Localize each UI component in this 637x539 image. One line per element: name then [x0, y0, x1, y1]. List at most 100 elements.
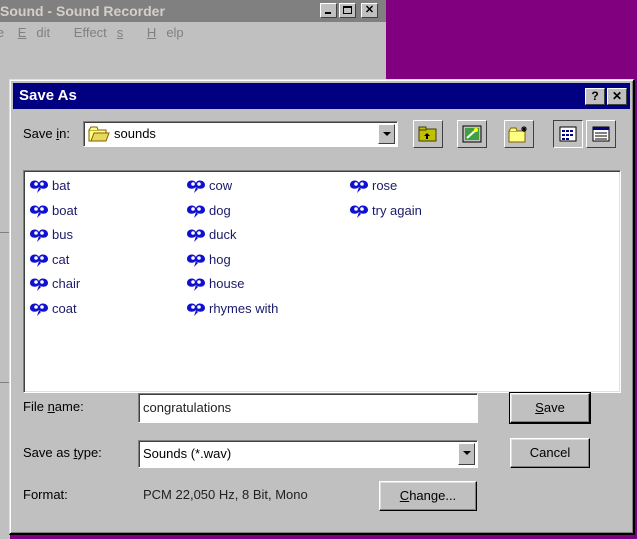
list-view-button[interactable]	[553, 120, 583, 148]
file-item[interactable]: rhymes with	[185, 297, 278, 321]
menu-edit-rest: dit	[36, 25, 51, 40]
file-item[interactable]: hog	[185, 248, 231, 272]
sound-recorder-window: Sound - Sound Recorder ✕ le Edit Effects…	[0, 0, 386, 82]
file-item[interactable]: rose	[348, 174, 397, 198]
sound-file-icon	[28, 301, 50, 317]
change-button[interactable]: Change...	[379, 481, 477, 511]
file-item-label: cat	[52, 251, 70, 267]
menu-effects[interactable]: Effect s	[74, 25, 134, 40]
sound-recorder-titlebar[interactable]: Sound - Sound Recorder ✕	[0, 0, 386, 22]
file-item-label: rhymes with	[209, 300, 279, 316]
file-list[interactable]: bat boat bus cat chair coat cow dog duck hog house…	[23, 170, 621, 393]
file-item[interactable]: chair	[28, 272, 80, 296]
file-item-label: duck	[209, 227, 237, 242]
cancel-button[interactable]: Cancel	[510, 438, 590, 468]
file-item-label: bat	[52, 178, 71, 193]
menu-file[interactable]: le	[0, 25, 4, 40]
sound-file-icon	[28, 276, 50, 292]
file-item-label: cow	[209, 178, 233, 193]
sound-file-icon	[28, 227, 50, 243]
file-name-label-accel: n	[47, 399, 55, 414]
save-as-type-dropdown[interactable]: Sounds (*.wav)	[138, 440, 478, 468]
save-as-type-label: Save as type:	[23, 445, 102, 460]
sound-recorder-title: Sound - Sound Recorder	[0, 3, 165, 19]
new-folder-icon	[508, 126, 527, 143]
save-in-label-post: n:	[59, 126, 70, 141]
file-item[interactable]: boat	[28, 199, 77, 223]
file-item-label: chair	[52, 276, 81, 291]
save-as-type-dropdown-arrow[interactable]	[458, 443, 475, 465]
sound-file-icon	[348, 203, 370, 219]
menu-help-rest: elp	[166, 25, 184, 40]
details-view-button[interactable]	[586, 120, 616, 148]
close-button[interactable]: ✕	[361, 3, 378, 18]
details-view-icon	[592, 126, 610, 142]
file-name-label-pre: File	[23, 399, 48, 414]
file-item[interactable]: dog	[185, 199, 231, 223]
file-item[interactable]: bat	[28, 174, 70, 198]
file-name-label-post: ame:	[54, 399, 84, 414]
create-new-folder-button[interactable]	[504, 120, 534, 148]
save-in-label-pre: Save	[23, 126, 57, 141]
menu-help-accel: H	[146, 25, 157, 40]
sound-recorder-menubar: le Edit Effects Help	[0, 22, 386, 44]
file-item-label: hog	[209, 251, 231, 267]
sound-file-icon	[185, 276, 207, 292]
file-item-label: rose	[372, 178, 398, 193]
sound-file-icon	[185, 301, 207, 317]
menu-effects-accel: s	[116, 25, 124, 40]
file-item[interactable]: bus	[28, 223, 73, 247]
menu-effects-pre: Effect	[73, 25, 107, 40]
save-as-type-value: Sounds (*.wav)	[143, 446, 232, 461]
sound-file-icon	[28, 252, 50, 268]
folder-icon	[88, 126, 110, 145]
sound-file-icon	[185, 227, 207, 243]
file-item-label: house	[209, 276, 245, 291]
minimize-button[interactable]	[320, 3, 337, 18]
save-button-accel: S	[535, 400, 544, 415]
up-one-level-button[interactable]	[413, 120, 443, 148]
sound-file-icon	[185, 203, 207, 219]
list-view-icon	[559, 126, 577, 142]
save-in-value: sounds	[114, 126, 156, 141]
help-icon: ?	[591, 89, 599, 103]
dialog-title: Save As	[19, 87, 77, 104]
dialog-close-button[interactable]: ✕	[607, 88, 627, 105]
file-item[interactable]: try again	[348, 199, 422, 223]
file-item[interactable]: house	[185, 272, 244, 296]
save-button[interactable]: Save	[509, 392, 591, 424]
sound-file-icon	[28, 178, 50, 194]
file-item-label: try again	[372, 202, 422, 218]
save-in-dropdown-arrow[interactable]	[378, 124, 395, 144]
menu-edit-accel: E	[17, 25, 27, 40]
file-name-label: File name:	[23, 399, 84, 414]
help-button[interactable]: ?	[585, 88, 605, 105]
save-as-type-label-pre: Save as	[23, 445, 74, 460]
file-item[interactable]: coat	[28, 297, 77, 321]
dialog-titlebar[interactable]: Save As ? ✕	[13, 83, 630, 109]
sound-file-icon	[348, 178, 370, 194]
sound-file-icon	[185, 252, 207, 268]
save-as-type-label-post: ype:	[77, 445, 102, 460]
change-button-accel: C	[399, 488, 410, 503]
save-button-rest: ave	[543, 400, 565, 415]
up-folder-icon	[418, 126, 437, 142]
sound-file-icon	[28, 203, 50, 219]
file-item-label: bus	[52, 227, 73, 242]
file-item[interactable]: cat	[28, 248, 69, 272]
file-item-label: dog	[209, 202, 231, 218]
file-item-label: boat	[52, 202, 78, 218]
maximize-icon	[343, 6, 352, 14]
menu-edit[interactable]: Edit	[18, 25, 60, 40]
desktop-button[interactable]	[457, 120, 487, 148]
file-item[interactable]: cow	[185, 174, 232, 198]
save-in-dropdown[interactable]: sounds	[83, 121, 398, 147]
file-name-input[interactable]: congratulations	[138, 393, 478, 423]
save-as-dialog: Save As ? ✕ Save in: sounds bat boat bus…	[9, 79, 635, 535]
menu-help[interactable]: Help	[147, 25, 194, 40]
file-item[interactable]: duck	[185, 223, 236, 247]
close-icon: ✕	[611, 89, 623, 103]
maximize-button[interactable]	[339, 3, 356, 18]
desktop-icon	[462, 125, 482, 143]
format-value: PCM 22,050 Hz, 8 Bit, Mono	[143, 487, 308, 502]
